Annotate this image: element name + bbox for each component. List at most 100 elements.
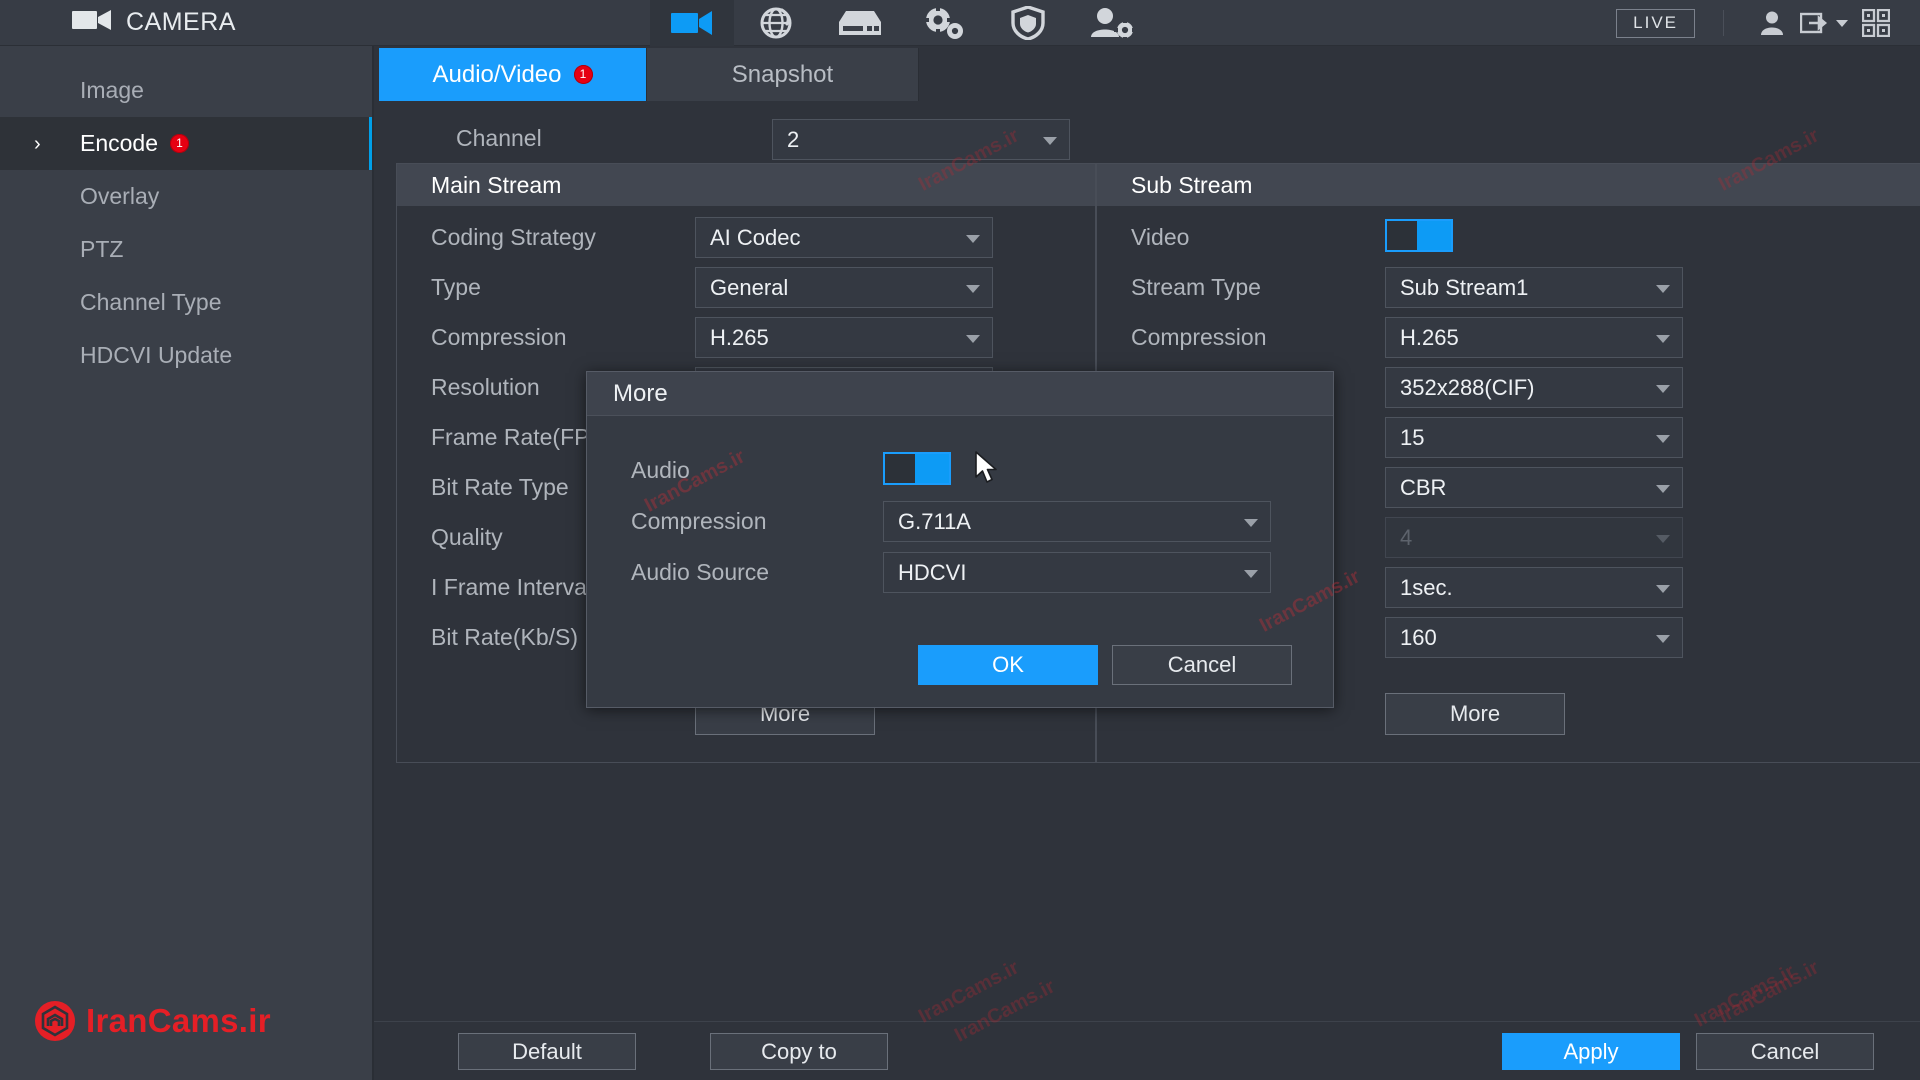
system-gears-icon xyxy=(924,6,963,39)
field-label: Audio xyxy=(631,457,690,483)
more-dialog: More Audio Compression G.711A Audio Sour… xyxy=(586,371,1334,708)
nav-network[interactable] xyxy=(734,0,818,46)
live-badge[interactable]: LIVE xyxy=(1616,8,1695,38)
copy-to-button[interactable]: Copy to xyxy=(710,1033,888,1070)
nav-security[interactable] xyxy=(986,0,1070,46)
apply-button[interactable]: Apply xyxy=(1502,1033,1680,1070)
field-value: AI Codec xyxy=(710,224,801,250)
field-label: Video xyxy=(1131,224,1190,250)
chevron-down-icon xyxy=(1656,284,1670,293)
more-dialog-body: Audio Compression G.711A Audio Source HD… xyxy=(587,416,1333,662)
modal-audio-row: Audio xyxy=(631,452,1291,492)
chevron-down-icon xyxy=(1656,534,1670,543)
field-label: Audio Source xyxy=(631,559,770,585)
chevron-down-icon xyxy=(1836,19,1848,27)
top-nav-icons xyxy=(650,0,1154,46)
field-label: Bit Rate Type xyxy=(431,474,569,500)
chevron-down-icon xyxy=(1043,136,1057,145)
field-label: I Frame Interval xyxy=(431,574,593,600)
watermark: IranCams.ir xyxy=(915,956,1023,1028)
modal-cancel-button[interactable]: Cancel xyxy=(1112,645,1292,685)
nvr-camera-encode-screen: CAMERA LIVE Image › Encode 1 Overlay PTZ… xyxy=(0,0,1920,1080)
nav-camera[interactable] xyxy=(650,0,734,46)
sidebar-item-ptz[interactable]: PTZ xyxy=(0,223,372,276)
main-compression-select[interactable]: H.265 xyxy=(695,317,993,358)
chevron-down-icon xyxy=(1656,634,1670,643)
sub-stream-type-select[interactable]: Sub Stream1 xyxy=(1385,267,1683,308)
sidebar-item-label: Encode xyxy=(80,130,159,156)
sub-compression-select[interactable]: H.265 xyxy=(1385,317,1683,358)
sidebar-item-overlay[interactable]: Overlay xyxy=(0,170,372,223)
channel-row: Channel 2 xyxy=(374,119,1920,165)
logout-button[interactable] xyxy=(1798,0,1850,46)
top-bar: CAMERA LIVE xyxy=(0,0,1920,46)
tab-label: Audio/Video xyxy=(432,60,562,88)
toggle-knob xyxy=(915,454,949,483)
default-button[interactable]: Default xyxy=(458,1033,636,1070)
main-type-select[interactable]: General xyxy=(695,267,993,308)
field-value: HDCVI xyxy=(898,559,967,585)
storage-drive-icon xyxy=(839,10,881,35)
qr-code-button[interactable] xyxy=(1850,0,1902,46)
bottom-action-bar: Default Copy to Apply Cancel xyxy=(374,1021,1920,1080)
chevron-down-icon xyxy=(1656,484,1670,493)
modal-ok-button[interactable]: OK xyxy=(918,645,1098,685)
field-value: H.265 xyxy=(1400,324,1459,350)
user-button[interactable] xyxy=(1746,0,1798,46)
modal-audio-source-select[interactable]: HDCVI xyxy=(883,552,1271,593)
tab-snapshot[interactable]: Snapshot xyxy=(647,48,919,101)
main-coding-strategy-select[interactable]: AI Codec xyxy=(695,217,993,258)
sub-bit-rate-type-select[interactable]: CBR xyxy=(1385,467,1683,508)
chevron-down-icon xyxy=(1244,569,1258,578)
field-label: Compression xyxy=(431,324,567,350)
field-label: Resolution xyxy=(431,374,540,400)
main-stream-title: Main Stream xyxy=(397,164,1095,206)
chevron-down-icon xyxy=(1656,384,1670,393)
main-coding-strategy-row: Coding Strategy AI Codec xyxy=(431,217,1071,259)
sidebar-item-hdcvi-update[interactable]: HDCVI Update xyxy=(0,329,372,382)
logo-text: IranCams.ir xyxy=(86,1002,271,1039)
modal-audio-source-row: Audio Source HDCVI xyxy=(631,552,1291,594)
nav-system[interactable] xyxy=(902,0,986,46)
sidebar-item-image[interactable]: Image xyxy=(0,64,372,117)
main-compression-row: Compression H.265 xyxy=(431,317,1071,359)
sub-i-frame-interval-select[interactable]: 1sec. xyxy=(1385,567,1683,608)
chevron-down-icon xyxy=(966,284,980,293)
field-label: Quality xyxy=(431,524,503,550)
sidebar-item-channel-type[interactable]: Channel Type xyxy=(0,276,372,329)
nav-account[interactable] xyxy=(1070,0,1154,46)
field-value: 15 xyxy=(1400,424,1425,450)
modal-compression-select[interactable]: G.711A xyxy=(883,501,1271,542)
sidebar-item-encode[interactable]: › Encode 1 xyxy=(0,117,372,170)
app-title-group: CAMERA xyxy=(0,8,650,37)
chevron-right-icon: › xyxy=(34,132,41,155)
modal-audio-toggle[interactable] xyxy=(883,452,951,485)
field-label: Bit Rate(Kb/S) xyxy=(431,624,578,650)
sub-compression-row: Compression H.265 xyxy=(1131,317,1891,359)
sub-stream-more-button[interactable]: More xyxy=(1385,693,1565,735)
top-bar-right: LIVE xyxy=(1616,0,1902,46)
sidebar: Image › Encode 1 Overlay PTZ Channel Typ… xyxy=(0,46,374,1080)
divider xyxy=(1723,10,1724,36)
field-label: Compression xyxy=(631,508,767,534)
sub-video-toggle[interactable] xyxy=(1385,219,1453,252)
tab-audio-video[interactable]: Audio/Video 1 xyxy=(379,48,647,101)
sub-bit-rate-select[interactable]: 160 xyxy=(1385,617,1683,658)
channel-select[interactable]: 2 xyxy=(772,119,1070,160)
sub-frame-rate-select[interactable]: 15 xyxy=(1385,417,1683,458)
main-type-row: Type General xyxy=(431,267,1071,309)
status-badge: 1 xyxy=(573,65,593,84)
sidebar-item-label: HDCVI Update xyxy=(80,342,233,368)
field-value: CBR xyxy=(1400,474,1447,500)
network-globe-icon xyxy=(760,7,792,38)
sidebar-item-label: Overlay xyxy=(80,183,160,209)
sub-resolution-select[interactable]: 352x288(CIF) xyxy=(1385,367,1683,408)
tab-strip: Audio/Video 1 Snapshot xyxy=(374,46,1920,101)
channel-label: Channel xyxy=(456,125,542,151)
nav-storage[interactable] xyxy=(818,0,902,46)
toggle-knob xyxy=(1417,221,1451,250)
field-label: Type xyxy=(431,274,481,300)
cancel-button[interactable]: Cancel xyxy=(1696,1033,1874,1070)
security-shield-icon xyxy=(1011,5,1045,40)
field-value: 352x288(CIF) xyxy=(1400,374,1535,400)
